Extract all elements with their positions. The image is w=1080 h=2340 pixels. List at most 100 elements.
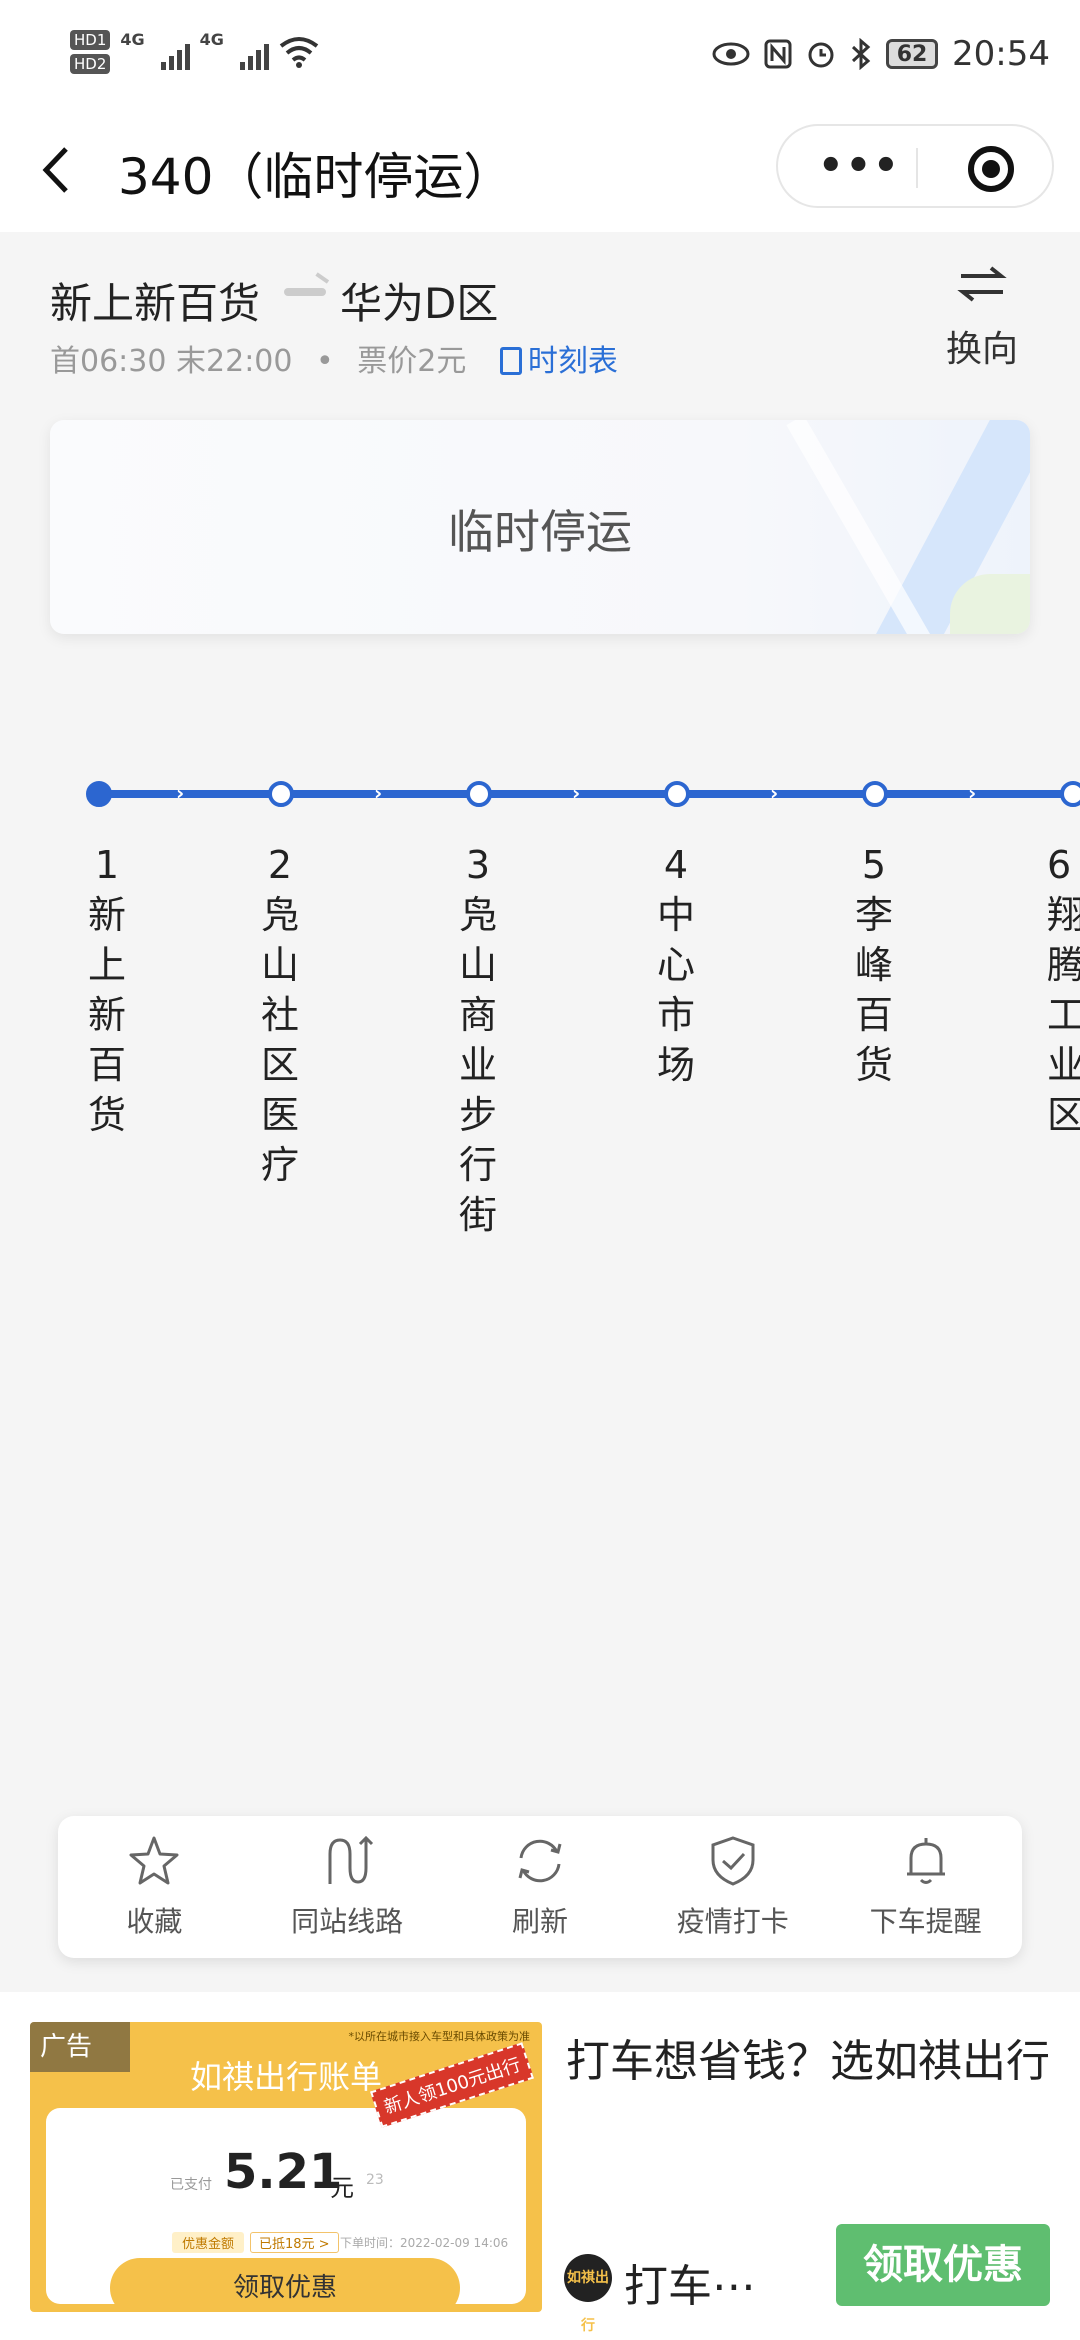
stop-node[interactable] xyxy=(268,781,294,807)
ad-discount-tag: 优惠金额 xyxy=(172,2232,245,2253)
stop-name: 中心市场 xyxy=(656,893,695,1087)
stop-node-current[interactable] xyxy=(86,781,112,807)
stop-node[interactable] xyxy=(1060,781,1080,807)
ad-image[interactable]: 广告 *以所在城市接入车型和具体政策为准 如祺出行账单 已支付 5.21 元 2… xyxy=(30,2022,542,2312)
stop-name: 李峰百货 xyxy=(854,893,893,1087)
ad-unit: 元 xyxy=(330,2174,354,2202)
stop-node[interactable] xyxy=(862,781,888,807)
ad-paid-label: 已支付 xyxy=(170,2177,212,2193)
nfc-icon xyxy=(764,39,792,69)
meta-separator: • xyxy=(316,344,334,379)
target-circle-icon[interactable] xyxy=(968,146,1014,192)
stop-number: 5 xyxy=(861,843,887,887)
page-title: 340（临时停运） xyxy=(118,148,514,206)
stop-item[interactable]: 1 新上新百货 xyxy=(82,840,132,1140)
ad-image-button: 领取优惠 xyxy=(110,2258,460,2312)
route-destination: 华为D区 xyxy=(340,279,499,328)
hd2-badge: HD2 xyxy=(70,54,111,74)
stop-number: 6 xyxy=(1047,843,1072,887)
timetable-link[interactable]: 时刻表 xyxy=(499,344,618,379)
status-left: HD1 HD2 4G 4G xyxy=(70,30,319,74)
timetable-icon xyxy=(499,347,522,375)
hd-badges: HD1 HD2 xyxy=(70,30,111,74)
status-bar: HD1 HD2 4G 4G 62 20:54 xyxy=(0,0,1080,120)
capsule-divider xyxy=(916,148,918,188)
switch-direction-button[interactable]: 换向 xyxy=(912,264,1052,372)
bell-icon xyxy=(906,1838,945,1884)
nav-header: 340（临时停运） ••• xyxy=(0,120,1080,232)
mini-program-capsule: ••• xyxy=(776,124,1054,208)
route-line xyxy=(98,790,1080,798)
ad-discount-value: 已抵18元 > xyxy=(250,2232,339,2253)
refresh-button[interactable]: 刷新 xyxy=(450,1834,630,1940)
health-checkin-label: 疫情打卡 xyxy=(676,1905,789,1938)
route-origin: 新上新百货 xyxy=(50,279,261,328)
fare: 票价2元 xyxy=(357,344,467,379)
stop-item[interactable]: 3 凫山商业步行街 xyxy=(453,840,503,1240)
ad-brand-name: 打车⋯ xyxy=(624,2261,756,2312)
timetable-label: 时刻表 xyxy=(527,344,618,379)
stop-name: 凫山社区医疗 xyxy=(260,893,299,1187)
ad-cta-button[interactable]: 领取优惠 xyxy=(836,2224,1050,2306)
stop-name: 新上新百货 xyxy=(87,893,126,1137)
back-arrow-icon[interactable] xyxy=(38,140,72,210)
direction-chevron-icon: › xyxy=(968,781,977,805)
suspension-notice-card: 临时停运 xyxy=(50,420,1030,634)
favorite-label: 收藏 xyxy=(126,1905,183,1938)
refresh-label: 刷新 xyxy=(511,1905,568,1938)
ad-title: 打车想省钱？选如祺出行 xyxy=(566,2036,1050,2087)
first-bus-time: 首06:30 xyxy=(50,344,167,379)
route-meta: 首06:30 末22:00 • 票价2元 时刻表 xyxy=(50,336,618,380)
suspension-text: 临时停运 xyxy=(448,505,632,559)
action-bar: 收藏 同站线路 刷新 疫情打卡 下车提醒 xyxy=(58,1816,1022,1958)
route-arrow-icon xyxy=(284,288,326,296)
signal-icon-2 xyxy=(239,34,269,70)
alarm-icon xyxy=(808,42,834,68)
ad-amount: 5.21 xyxy=(224,2144,343,2200)
alight-reminder-label: 下车提醒 xyxy=(869,1905,982,1938)
last-bus-time: 末22:00 xyxy=(176,344,293,379)
battery-icon: 62 xyxy=(886,39,939,69)
hd1-badge: HD1 xyxy=(70,30,111,50)
stop-item[interactable]: 5 李峰百货 xyxy=(849,840,899,1090)
wifi-icon xyxy=(279,37,319,68)
alight-reminder-button[interactable]: 下车提醒 xyxy=(836,1834,1016,1940)
favorite-button[interactable]: 收藏 xyxy=(64,1834,244,1940)
bluetooth-icon xyxy=(851,38,871,70)
direction-chevron-icon: › xyxy=(770,781,779,805)
star-icon xyxy=(129,1836,179,1885)
stop-node[interactable] xyxy=(466,781,492,807)
ad-banner[interactable]: 广告 *以所在城市接入车型和具体政策为准 如祺出行账单 已支付 5.21 元 2… xyxy=(0,1992,1080,2340)
network-type-1: 4G xyxy=(120,30,145,49)
stop-number: 4 xyxy=(663,843,689,887)
status-time: 20:54 xyxy=(952,34,1050,74)
ad-order-time: 下单时间：2022-02-09 14:06 xyxy=(340,2236,509,2250)
ad-brand-logo: 如祺出行 xyxy=(564,2254,612,2334)
direction-chevron-icon: › xyxy=(374,781,383,805)
network-type-2: 4G xyxy=(199,30,224,49)
route-icon xyxy=(328,1835,374,1884)
stop-item[interactable]: 6 翔腾工业区 xyxy=(1047,840,1080,1140)
more-dots-icon[interactable]: ••• xyxy=(818,144,901,188)
stop-item[interactable]: 2 凫山社区医疗 xyxy=(255,840,305,1190)
stop-number: 2 xyxy=(267,843,293,887)
ad-partial-number: 23 xyxy=(366,2172,384,2188)
direction-chevron-icon: › xyxy=(176,781,185,805)
status-right: 62 20:54 xyxy=(712,34,1050,74)
switch-direction-label: 换向 xyxy=(945,329,1018,370)
stop-number: 3 xyxy=(465,843,491,887)
same-stop-routes-button[interactable]: 同站线路 xyxy=(257,1834,437,1940)
same-stop-routes-label: 同站线路 xyxy=(291,1905,404,1938)
health-checkin-button[interactable]: 疫情打卡 xyxy=(643,1834,823,1940)
eye-icon xyxy=(712,42,750,66)
refresh-icon xyxy=(518,1839,562,1883)
stop-item[interactable]: 4 中心市场 xyxy=(651,840,701,1090)
ad-fine-print: *以所在城市接入车型和具体政策为准 xyxy=(348,2030,531,2043)
direction-chevron-icon: › xyxy=(572,781,581,805)
shield-check-icon xyxy=(711,1836,755,1886)
stop-name: 凫山商业步行街 xyxy=(458,893,497,1237)
stop-number: 1 xyxy=(94,843,120,887)
stop-name: 翔腾工业区 xyxy=(1047,893,1080,1137)
switch-arrows-icon xyxy=(912,264,1052,310)
stop-node[interactable] xyxy=(664,781,690,807)
